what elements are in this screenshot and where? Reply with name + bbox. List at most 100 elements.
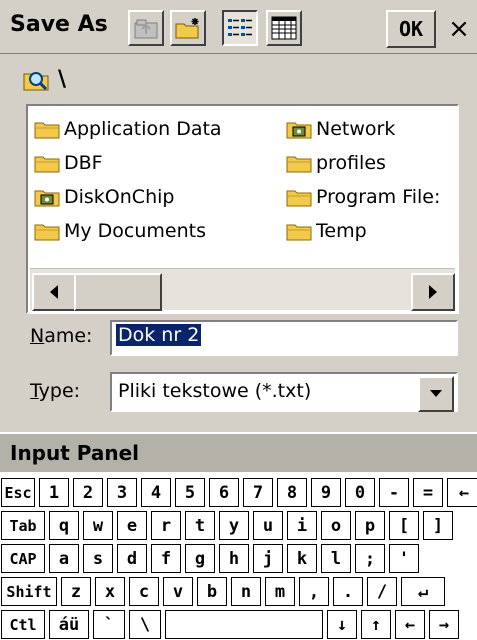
key-sym4-3[interactable]: \ bbox=[129, 610, 161, 639]
horizontal-scrollbar[interactable] bbox=[30, 268, 455, 311]
list-item[interactable]: Network bbox=[286, 118, 395, 140]
key-sym4-6[interactable]: ↑ bbox=[361, 610, 391, 639]
key-sym3-10[interactable]: / bbox=[367, 577, 397, 606]
key-shift[interactable]: Shift bbox=[1, 577, 57, 606]
key-v[interactable]: v bbox=[163, 577, 193, 606]
soft-keyboard: Esc 1 2 3 4 5 6 7 8 9 0- = ← Tab q w e r t y u i o p[] CAP a s d f g h… bbox=[0, 472, 477, 640]
key-c[interactable]: c bbox=[129, 577, 159, 606]
name-label: Name: bbox=[30, 325, 93, 347]
key-sym4-2[interactable]: ` bbox=[93, 610, 125, 639]
key-4[interactable]: 4 bbox=[141, 478, 171, 507]
key-sym0-13[interactable]: ← bbox=[447, 478, 477, 507]
key-l[interactable]: l bbox=[321, 544, 351, 573]
key-w[interactable]: w bbox=[83, 511, 113, 540]
list-item[interactable]: My Documents bbox=[34, 220, 206, 242]
key-g[interactable]: g bbox=[185, 544, 215, 573]
key-m[interactable]: m bbox=[265, 577, 295, 606]
details-view-icon bbox=[271, 16, 297, 40]
key-sym3-8[interactable]: , bbox=[299, 577, 329, 606]
scroll-right-button[interactable] bbox=[411, 273, 455, 311]
type-select[interactable]: Pliki tekstowe (*.txt) bbox=[110, 372, 458, 412]
key-sym3-11[interactable]: ↵ bbox=[401, 577, 445, 606]
key-j[interactable]: j bbox=[253, 544, 283, 573]
list-view-icon bbox=[228, 19, 252, 36]
list-item[interactable]: Program File: bbox=[286, 186, 440, 208]
key-sym4-7[interactable]: ← bbox=[395, 610, 425, 639]
list-view-button[interactable] bbox=[222, 10, 258, 46]
key-u[interactable]: u bbox=[253, 511, 283, 540]
list-item-label: Program File: bbox=[316, 186, 441, 208]
key-sym0-12[interactable]: = bbox=[413, 478, 443, 507]
list-item[interactable]: DiskOnChip bbox=[34, 186, 174, 208]
key-1[interactable]: 1 bbox=[39, 478, 69, 507]
key-sym1-11[interactable]: [ bbox=[389, 511, 419, 540]
key-sym0-11[interactable]: - bbox=[379, 478, 409, 507]
key-space[interactable] bbox=[165, 610, 323, 639]
up-folder-icon bbox=[134, 19, 158, 39]
folder-icon bbox=[34, 156, 60, 173]
list-item-label: Application Data bbox=[64, 118, 222, 140]
key-2[interactable]: 2 bbox=[73, 478, 103, 507]
folder-icon bbox=[34, 122, 60, 139]
list-item[interactable]: Application Data bbox=[34, 118, 222, 140]
key-t[interactable]: t bbox=[185, 511, 215, 540]
key-sym4-8[interactable]: → bbox=[429, 610, 459, 639]
list-item[interactable]: DBF bbox=[34, 152, 103, 174]
ok-button[interactable]: OK bbox=[386, 10, 436, 48]
key-sym3-9[interactable]: . bbox=[333, 577, 363, 606]
key-b[interactable]: b bbox=[197, 577, 227, 606]
key-p[interactable]: p bbox=[355, 511, 385, 540]
new-folder-icon bbox=[175, 18, 199, 39]
key-8[interactable]: 8 bbox=[277, 478, 307, 507]
list-item-label: DBF bbox=[64, 152, 103, 174]
details-view-button[interactable] bbox=[266, 10, 302, 46]
key-k[interactable]: k bbox=[287, 544, 317, 573]
key-n[interactable]: n bbox=[231, 577, 261, 606]
key-q[interactable]: q bbox=[49, 511, 79, 540]
key-x[interactable]: x bbox=[95, 577, 125, 606]
key-6[interactable]: 6 bbox=[209, 478, 239, 507]
list-item-label: My Documents bbox=[64, 220, 207, 242]
up-folder-button[interactable] bbox=[128, 10, 164, 46]
key-sym2-10[interactable]: ; bbox=[355, 544, 385, 573]
storage-folder-icon bbox=[34, 190, 60, 207]
left-arrow-icon bbox=[50, 285, 58, 299]
key-h[interactable]: h bbox=[219, 544, 249, 573]
key-esc[interactable]: Esc bbox=[1, 478, 35, 507]
key-cap[interactable]: CAP bbox=[1, 544, 45, 573]
key-i[interactable]: i bbox=[287, 511, 317, 540]
key-sym1-12[interactable]: ] bbox=[423, 511, 453, 540]
key-sym4-5[interactable]: ↓ bbox=[327, 610, 357, 639]
key-0[interactable]: 0 bbox=[345, 478, 375, 507]
key-d[interactable]: d bbox=[117, 544, 147, 573]
type-dropdown-button[interactable] bbox=[418, 376, 454, 412]
scroll-left-button[interactable] bbox=[32, 273, 76, 311]
list-item-label: DiskOnChip bbox=[64, 186, 175, 208]
key-o[interactable]: o bbox=[321, 511, 351, 540]
list-item[interactable]: profiles bbox=[286, 152, 386, 174]
name-input[interactable]: Dok nr 2 bbox=[110, 320, 458, 356]
key-a[interactable]: a bbox=[49, 544, 79, 573]
key-5[interactable]: 5 bbox=[175, 478, 205, 507]
key-f[interactable]: f bbox=[151, 544, 181, 573]
key-z[interactable]: z bbox=[61, 577, 91, 606]
path-text: \ bbox=[58, 66, 67, 92]
scroll-thumb[interactable] bbox=[74, 273, 162, 311]
file-list[interactable]: Application Data DBF DiskOnChip My Docum… bbox=[26, 104, 459, 314]
list-item-label: Network bbox=[316, 118, 396, 140]
key-ctl[interactable]: Ctl bbox=[1, 610, 45, 639]
close-button[interactable]: × bbox=[442, 10, 476, 48]
key-sym2-11[interactable]: ' bbox=[389, 544, 419, 573]
key-sym4-1[interactable]: áü bbox=[49, 610, 89, 639]
key-7[interactable]: 7 bbox=[243, 478, 273, 507]
key-y[interactable]: y bbox=[219, 511, 249, 540]
key-r[interactable]: r bbox=[151, 511, 181, 540]
key-3[interactable]: 3 bbox=[107, 478, 137, 507]
list-item[interactable]: Temp bbox=[286, 220, 367, 242]
key-e[interactable]: e bbox=[117, 511, 147, 540]
key-tab[interactable]: Tab bbox=[1, 511, 45, 540]
new-folder-button[interactable] bbox=[170, 10, 206, 46]
folder-icon bbox=[286, 156, 312, 173]
key-9[interactable]: 9 bbox=[311, 478, 341, 507]
key-s[interactable]: s bbox=[83, 544, 113, 573]
